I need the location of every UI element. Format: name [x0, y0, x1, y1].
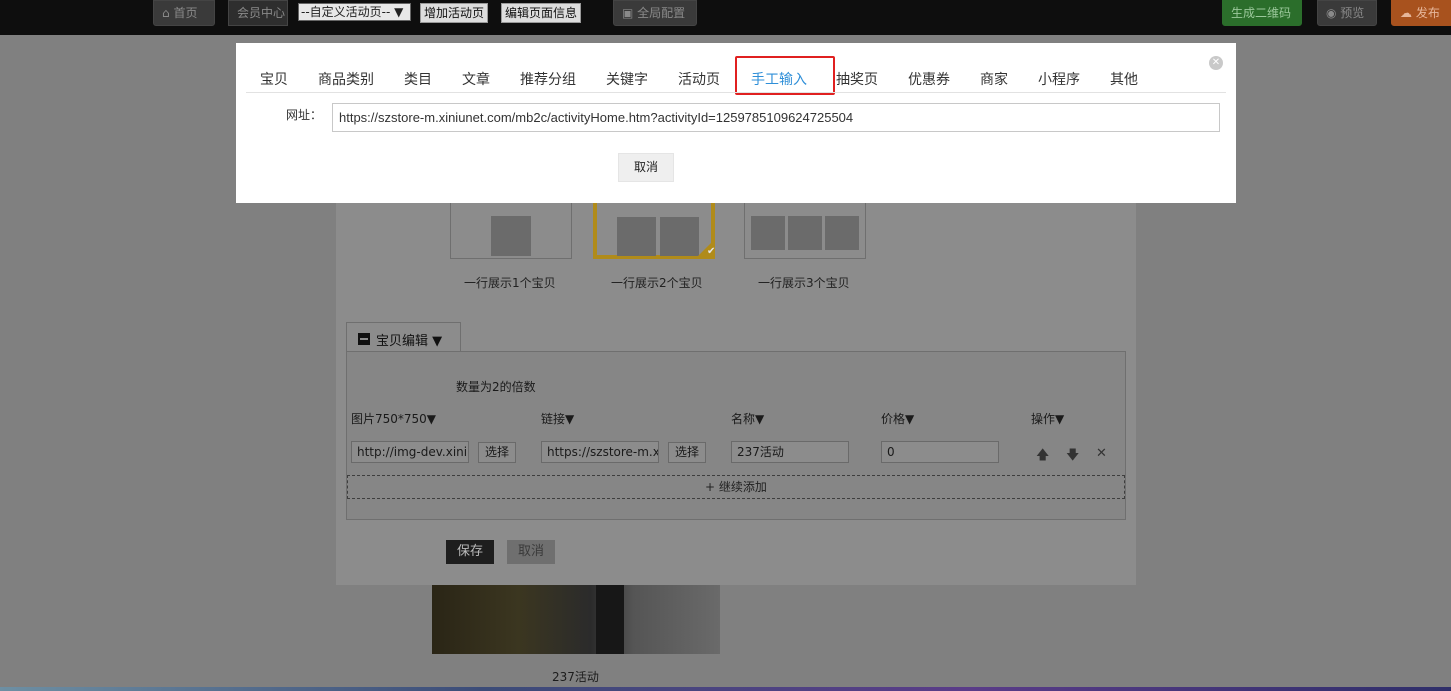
modal-cancel-button[interactable]: 取消	[618, 153, 674, 182]
eye-icon: ◉	[1326, 6, 1341, 20]
editor-cancel-button[interactable]: 取消	[507, 540, 555, 564]
tab-items[interactable]: 宝贝	[260, 69, 288, 89]
price-input[interactable]: 0	[881, 441, 999, 463]
dropdown-arrow-icon: ▼	[390, 5, 404, 19]
select-image-button[interactable]: 选择	[478, 442, 517, 463]
edit-page-info-button[interactable]: 编辑页面信息	[501, 3, 582, 23]
layout-cell	[751, 216, 785, 250]
layout-label: 一行展示2个宝贝	[611, 276, 703, 290]
tab-lottery-page[interactable]: 抽奖页	[836, 69, 878, 89]
url-input[interactable]: https://szstore-m.xiniunet.com/mb2c/acti…	[332, 103, 1220, 132]
select-link-button[interactable]: 选择	[668, 442, 707, 463]
config-icon: ▣	[622, 6, 638, 20]
active-tab-highlight	[735, 56, 835, 95]
layout-label: 一行展示3个宝贝	[758, 276, 850, 290]
preview-caption: 237活动	[552, 670, 599, 684]
column-header-image[interactable]: 图片750*750▼	[351, 410, 436, 427]
layout-cell	[491, 216, 531, 256]
link-url-input[interactable]: https://szstore-m.xin	[541, 441, 659, 463]
layout-label: 一行展示1个宝贝	[464, 276, 556, 290]
url-label: 网址：	[286, 108, 323, 122]
preview-image-detail	[596, 585, 624, 654]
home-icon: ⌂	[162, 6, 174, 20]
column-header-link[interactable]: 链接▼	[541, 410, 574, 427]
home-button[interactable]: ⌂ 首页	[153, 0, 215, 26]
column-header-name[interactable]: 名称▼	[731, 410, 764, 427]
layout-cell	[660, 217, 699, 256]
move-down-icon[interactable]: 🡇	[1066, 446, 1079, 468]
layout-cell	[788, 216, 822, 250]
layout-option-2[interactable]	[593, 195, 715, 259]
cloud-upload-icon: ☁	[1400, 6, 1416, 20]
bottom-strip	[0, 687, 1451, 691]
delete-icon[interactable]: ✕	[1096, 446, 1107, 461]
tabs-divider	[246, 92, 1226, 93]
layout-cell	[825, 216, 859, 250]
check-icon: ✔	[707, 246, 716, 257]
tab-merchant[interactable]: 商家	[980, 69, 1008, 89]
activity-page-select[interactable]: --自定义活动页-- ▼	[298, 3, 411, 21]
add-activity-page-button[interactable]: 增加活动页	[420, 3, 489, 23]
generate-qr-button[interactable]: 生成二维码	[1222, 0, 1302, 26]
item-edit-tab[interactable]: 宝贝编辑 ▼	[346, 322, 461, 352]
tab-article[interactable]: 文章	[462, 69, 490, 89]
move-up-icon[interactable]: 🡅	[1036, 446, 1049, 468]
add-more-button[interactable]: + 继续添加	[347, 475, 1125, 499]
layout-cell	[617, 217, 656, 256]
close-icon[interactable]: ✕	[1209, 56, 1223, 70]
preview-button[interactable]: ◉ 预览	[1317, 0, 1377, 26]
tab-mini-program[interactable]: 小程序	[1038, 69, 1080, 89]
name-input[interactable]: 237活动	[731, 441, 849, 463]
tab-activity-page[interactable]: 活动页	[678, 69, 720, 89]
tab-recommend-group[interactable]: 推荐分组	[520, 69, 576, 89]
image-url-input[interactable]: http://img-dev.xiniun	[351, 441, 469, 463]
column-header-actions[interactable]: 操作▼	[1031, 410, 1064, 427]
tab-keyword[interactable]: 关键字	[606, 69, 648, 89]
member-center-button[interactable]: 会员中心	[228, 0, 288, 26]
preview-image	[432, 585, 720, 654]
tab-other[interactable]: 其他	[1110, 69, 1138, 89]
top-toolbar: ⌂ 首页 会员中心 --自定义活动页-- ▼ 增加活动页 编辑页面信息 ▣ 全局…	[0, 0, 1451, 35]
column-header-price[interactable]: 价格▼	[881, 410, 914, 427]
collapse-icon	[358, 333, 370, 345]
tab-category[interactable]: 类目	[404, 69, 432, 89]
tab-coupon[interactable]: 优惠券	[908, 69, 950, 89]
plus-icon: +	[705, 480, 719, 494]
publish-button[interactable]: ☁ 发布	[1391, 0, 1451, 26]
layout-option-1[interactable]	[450, 195, 572, 259]
layout-option-3[interactable]	[744, 195, 866, 259]
save-button[interactable]: 保存	[446, 540, 494, 564]
quantity-hint: 数量为2的倍数	[456, 380, 536, 394]
tab-product-category[interactable]: 商品类别	[318, 69, 374, 89]
global-config-button[interactable]: ▣ 全局配置	[613, 0, 697, 26]
